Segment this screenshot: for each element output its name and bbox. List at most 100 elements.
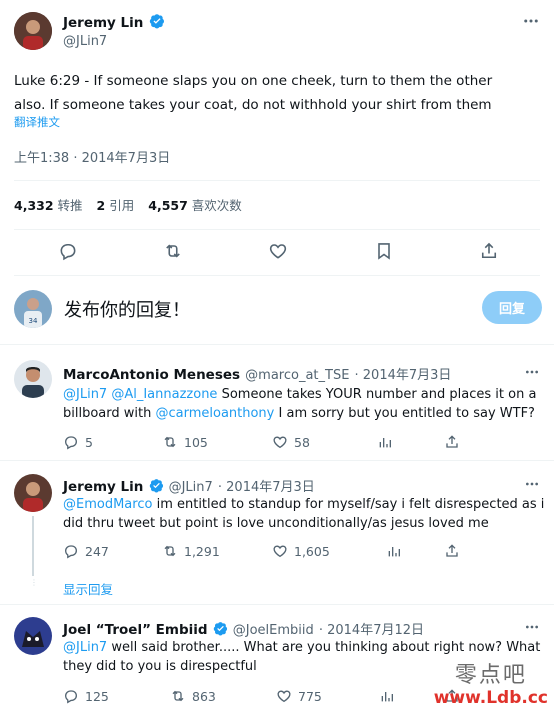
reply-author-name[interactable]: Joel “Troel” Embiid: [63, 622, 208, 638]
reply-author-name[interactable]: Jeremy Lin: [63, 479, 143, 495]
reply-text: @EmodMarco im entitled to standup for my…: [63, 495, 545, 533]
verified-icon: [149, 14, 164, 29]
reply-author-handle[interactable]: @JoelEmbiid: [233, 623, 314, 638]
quotes-count: 2: [96, 198, 106, 213]
divider: [0, 460, 554, 461]
verified-icon: [149, 479, 163, 493]
avatar[interactable]: 34: [14, 290, 52, 328]
divider: [14, 180, 540, 181]
reply-author-handle[interactable]: @marco_at_TSE: [245, 368, 349, 383]
more-icon[interactable]: [522, 12, 540, 34]
like-count-button[interactable]: 775: [276, 688, 322, 704]
reply-text-segment: well said brother..... What are you thin…: [111, 640, 541, 655]
tweet-stats: 4,332 转推 2 引用 4,557 喜欢次数: [14, 195, 242, 214]
analytics-icon[interactable]: [377, 434, 399, 450]
likes-stat[interactable]: 4,557 喜欢次数: [148, 195, 242, 214]
reply-text-segment: Someone takes YOUR number and places it …: [221, 387, 537, 402]
reply-icon: [64, 436, 78, 450]
mention-link[interactable]: @EmodMarco: [63, 497, 152, 512]
analytics-icon[interactable]: [379, 688, 401, 704]
author-block: Jeremy Lin @JLin7: [63, 12, 165, 49]
avatar[interactable]: [14, 12, 52, 50]
avatar-image: [14, 12, 52, 50]
mention-link[interactable]: @JLin7: [63, 387, 107, 402]
like-count-button[interactable]: 1,605: [272, 543, 330, 559]
reply-icon: [64, 690, 78, 704]
translate-link[interactable]: 翻译推文: [14, 114, 60, 130]
tweet-timestamp[interactable]: 上午1:38 · 2014年7月3日: [14, 147, 170, 166]
divider: [14, 275, 540, 276]
reply-count: 125: [85, 688, 109, 704]
retweet-count-button[interactable]: 105: [162, 434, 208, 450]
more-icon[interactable]: [524, 364, 540, 384]
share-icon[interactable]: [479, 241, 499, 265]
quotes-stat[interactable]: 2 引用: [97, 195, 135, 214]
reply-date[interactable]: · 2014年7月3日: [355, 368, 452, 383]
author-name[interactable]: Jeremy Lin: [63, 15, 143, 31]
avatar-image: [14, 617, 52, 655]
reply-count: 5: [85, 434, 93, 450]
retweet-icon[interactable]: [163, 241, 183, 265]
mention-link[interactable]: @Al_Iannazzone: [111, 387, 217, 402]
like-count: 58: [294, 434, 310, 450]
retweet-icon: [164, 436, 176, 448]
divider: [0, 344, 554, 345]
analytics-icon[interactable]: [386, 543, 408, 559]
reply-date[interactable]: · 2014年7月3日: [218, 480, 315, 495]
avatar[interactable]: [14, 617, 52, 655]
reply-count-button[interactable]: 125: [63, 688, 109, 704]
mention-link[interactable]: @JLin7: [63, 640, 107, 655]
reply-count: 247: [85, 543, 109, 559]
retweet-count: 863: [192, 688, 216, 704]
share-icon[interactable]: [444, 543, 466, 559]
like-icon: [273, 436, 287, 449]
thread-line: [32, 516, 34, 576]
quotes-label: 引用: [109, 198, 135, 213]
reply-author-handle[interactable]: @JLin7: [169, 480, 213, 495]
reply-count-button[interactable]: 5: [63, 434, 93, 450]
share-icon[interactable]: [444, 434, 466, 450]
reply-header: Jeremy Lin @JLin7 · 2014年7月3日: [63, 476, 315, 495]
reply-date[interactable]: · 2014年7月12日: [319, 623, 424, 638]
retweet-count-button[interactable]: 863: [170, 688, 216, 704]
retweets-count: 4,332: [14, 198, 54, 213]
retweet-icon: [172, 690, 184, 702]
reply-text-segment: they did to you is direspectful: [63, 659, 257, 674]
avatar-image: [14, 360, 52, 398]
reply-author-name[interactable]: MarcoAntonio Meneses: [63, 367, 240, 383]
divider: [0, 604, 554, 605]
reply-header: Joel “Troel” Embiid @JoelEmbiid · 2014年7…: [63, 619, 424, 638]
share-icon[interactable]: [444, 688, 466, 704]
reply-input[interactable]: 发布你的回复！: [64, 296, 190, 322]
reply-text-segment: im entitled to standup for myself/say i …: [156, 497, 545, 512]
show-replies-link[interactable]: 显示回复: [63, 579, 113, 598]
like-count-button[interactable]: 58: [272, 434, 310, 450]
like-icon[interactable]: [268, 241, 288, 265]
tweet-text: Luke 6:29 - If someone slaps you on one …: [14, 69, 544, 117]
reply-icon: [64, 545, 78, 559]
retweet-icon: [164, 545, 176, 557]
reply-text: @JLin7 @Al_Iannazzone Someone takes YOUR…: [63, 385, 543, 423]
reply-count-button[interactable]: 247: [63, 543, 109, 559]
retweet-count-button[interactable]: 1,291: [162, 543, 220, 559]
reply-header: MarcoAntonio Meneses @marco_at_TSE · 201…: [63, 364, 451, 383]
retweet-count: 105: [184, 434, 208, 450]
reply-button[interactable]: 回复: [482, 291, 542, 324]
reply-icon[interactable]: [58, 241, 78, 265]
more-icon[interactable]: [524, 476, 540, 496]
more-icon[interactable]: [524, 619, 540, 639]
verified-icon: [213, 622, 227, 636]
mention-link[interactable]: @carmeloanthony: [155, 406, 274, 421]
svg-text:34: 34: [29, 317, 38, 325]
author-handle[interactable]: @JLin7: [63, 34, 165, 49]
bookmark-icon[interactable]: [374, 241, 394, 265]
avatar[interactable]: [14, 474, 52, 512]
retweets-stat[interactable]: 4,332 转推: [14, 195, 83, 214]
avatar[interactable]: [14, 360, 52, 398]
tweet-text-line: Luke 6:29 - If someone slaps you on one …: [14, 73, 493, 89]
reply-text: @JLin7 well said brother..... What are y…: [63, 638, 543, 676]
tweet-text-line: also. If someone takes your coat, do not…: [14, 97, 492, 113]
avatar-image: [14, 474, 52, 512]
thread-dots: ⋮: [30, 578, 38, 587]
like-icon: [273, 545, 287, 558]
